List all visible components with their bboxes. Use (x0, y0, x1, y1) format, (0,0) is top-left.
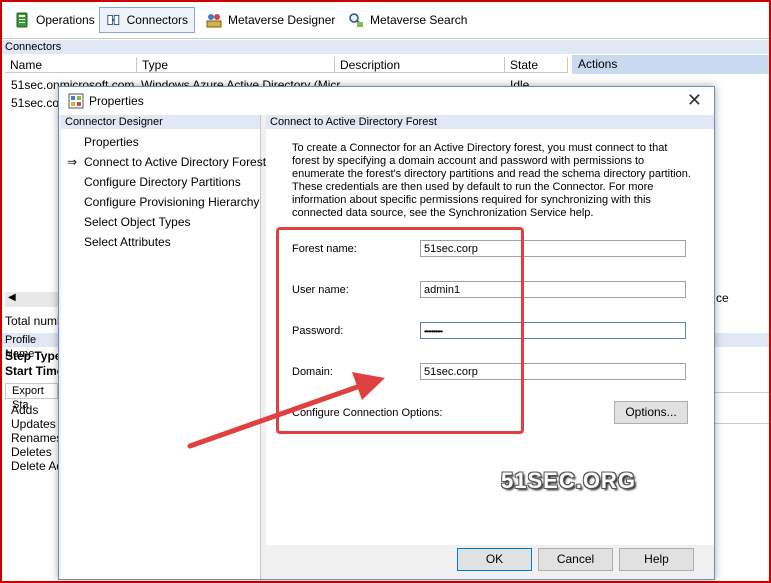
column-type[interactable]: Type (137, 57, 335, 73)
nav-configure-provisioning-hierarchy[interactable]: Configure Provisioning Hierarchy (84, 195, 259, 209)
toolbar: Operations Connectors Metaverse Designer… (2, 2, 769, 39)
stat-deletes: Deletes (11, 445, 52, 459)
actions-fragment: ce (716, 291, 729, 305)
watermark: 51SEC.ORG (501, 468, 636, 493)
ok-button[interactable]: OK (457, 548, 532, 571)
metaverse-designer-icon (206, 14, 222, 28)
right-lower-grid (715, 392, 769, 424)
connectors-tab-label: Connectors (126, 13, 188, 27)
stat-renames: Renames (11, 431, 63, 445)
cancel-button[interactable]: Cancel (538, 548, 613, 571)
stat-adds: Adds (11, 403, 39, 417)
close-icon[interactable]: ✕ (687, 90, 702, 111)
help-button[interactable]: Help (619, 548, 694, 571)
column-state[interactable]: State (505, 57, 568, 73)
properties-icon (68, 93, 84, 109)
metaverse-designer-tab[interactable]: Metaverse Designer (200, 7, 341, 33)
actions-header: Actions (572, 55, 769, 74)
connector-designer-header: Connector Designer (61, 115, 260, 129)
scroll-left-icon[interactable]: ◀ (8, 292, 16, 303)
options-button[interactable]: Options... (614, 401, 688, 424)
right-lower-header (715, 333, 769, 347)
operations-icon (16, 12, 28, 28)
nav-connect-to-ad-forest[interactable]: Connect to Active Directory Forest (84, 155, 266, 169)
metaverse-search-tab-label: Metaverse Search (370, 13, 468, 27)
connect-forest-header: Connect to Active Directory Forest (266, 115, 714, 129)
column-name[interactable]: Name (5, 57, 137, 73)
export-stats-header: Export Sta (5, 383, 58, 411)
nav-select-object-types[interactable]: Select Object Types (84, 215, 191, 229)
nav-properties[interactable]: Properties (84, 135, 139, 149)
start-time-label: Start Time (5, 364, 64, 378)
highlight-box (276, 227, 524, 434)
connector-designer-pane: Connector Designer Properties ⇒ Connect … (61, 115, 266, 579)
column-description[interactable]: Description (335, 57, 505, 73)
metaverse-search-tab[interactable]: Metaverse Search (342, 7, 473, 33)
current-step-arrow-icon: ⇒ (67, 155, 78, 169)
connectors-icon (107, 14, 120, 26)
metaverse-search-icon (349, 13, 363, 27)
properties-dialog: Properties ✕ Connector Designer Properti… (58, 86, 715, 580)
dialog-titlebar: Properties ✕ (59, 87, 714, 115)
nav-select-attributes[interactable]: Select Attributes (84, 235, 171, 249)
metaverse-designer-tab-label: Metaverse Designer (228, 13, 336, 27)
dialog-title: Properties (89, 94, 144, 108)
profile-name-header: Profile Name (2, 333, 58, 360)
operations-tab[interactable]: Operations (8, 7, 101, 33)
horizontal-scrollbar[interactable]: ◀ (5, 292, 58, 307)
nav-configure-directory-partitions[interactable]: Configure Directory Partitions (84, 175, 241, 189)
step-type-label: Step Type (5, 349, 62, 363)
connectors-tab[interactable]: Connectors (99, 7, 195, 33)
operations-tab-label: Operations (36, 13, 95, 27)
description-text: To create a Connector for an Active Dire… (292, 142, 691, 219)
stat-updates: Updates (11, 417, 56, 431)
connectors-header: Connectors (2, 40, 769, 54)
